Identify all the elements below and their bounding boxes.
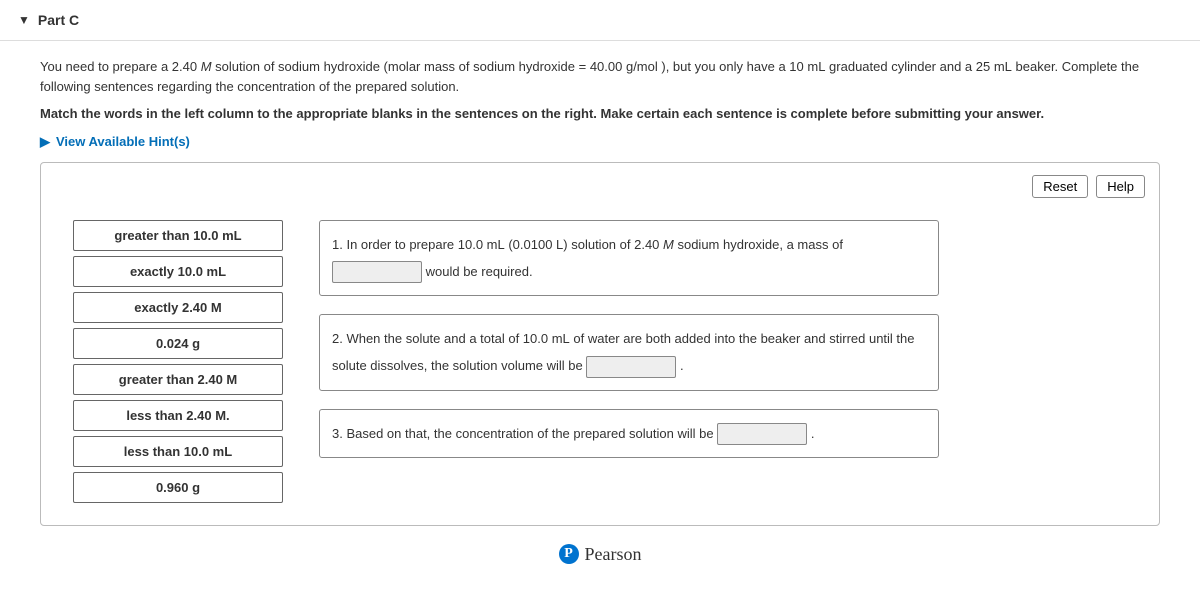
blank-drop-target[interactable] — [717, 423, 807, 445]
part-title: Part C — [38, 12, 79, 28]
reset-button[interactable]: Reset — [1032, 175, 1088, 198]
matching-panel: Reset Help greater than 10.0 mL exactly … — [40, 162, 1160, 526]
footer-brand: Pearson — [585, 544, 642, 565]
sentences-column: 1. In order to prepare 10.0 mL (0.0100 L… — [319, 220, 1127, 503]
caret-down-icon: ▼ — [18, 13, 30, 27]
blank-drop-target[interactable] — [332, 261, 422, 283]
blank-drop-target[interactable] — [586, 356, 676, 378]
pearson-logo-icon: P — [559, 544, 579, 564]
choice-item[interactable]: 0.024 g — [73, 328, 283, 359]
sentence-3: 3. Based on that, the concentration of t… — [319, 409, 939, 458]
footer: P Pearson — [40, 526, 1160, 573]
choices-column: greater than 10.0 mL exactly 10.0 mL exa… — [73, 220, 283, 503]
help-button[interactable]: Help — [1096, 175, 1145, 198]
view-hints-link[interactable]: ▶ View Available Hint(s) — [40, 134, 190, 150]
choice-item[interactable]: greater than 2.40 M — [73, 364, 283, 395]
choice-item[interactable]: less than 2.40 M. — [73, 400, 283, 431]
choice-item[interactable]: less than 10.0 mL — [73, 436, 283, 467]
choice-item[interactable]: exactly 2.40 M — [73, 292, 283, 323]
caret-right-icon: ▶ — [40, 134, 50, 150]
choice-item[interactable]: greater than 10.0 mL — [73, 220, 283, 251]
intro-paragraph-1: You need to prepare a 2.40 M solution of… — [40, 57, 1160, 96]
content-area: You need to prepare a 2.40 M solution of… — [0, 41, 1200, 589]
sentence-2: 2. When the solute and a total of 10.0 m… — [319, 314, 939, 391]
choice-item[interactable]: exactly 10.0 mL — [73, 256, 283, 287]
intro-paragraph-2: Match the words in the left column to th… — [40, 104, 1160, 124]
hints-label: View Available Hint(s) — [56, 134, 190, 149]
sentence-1: 1. In order to prepare 10.0 mL (0.0100 L… — [319, 220, 939, 297]
part-header[interactable]: ▼ Part C — [0, 0, 1200, 41]
choice-item[interactable]: 0.960 g — [73, 472, 283, 503]
